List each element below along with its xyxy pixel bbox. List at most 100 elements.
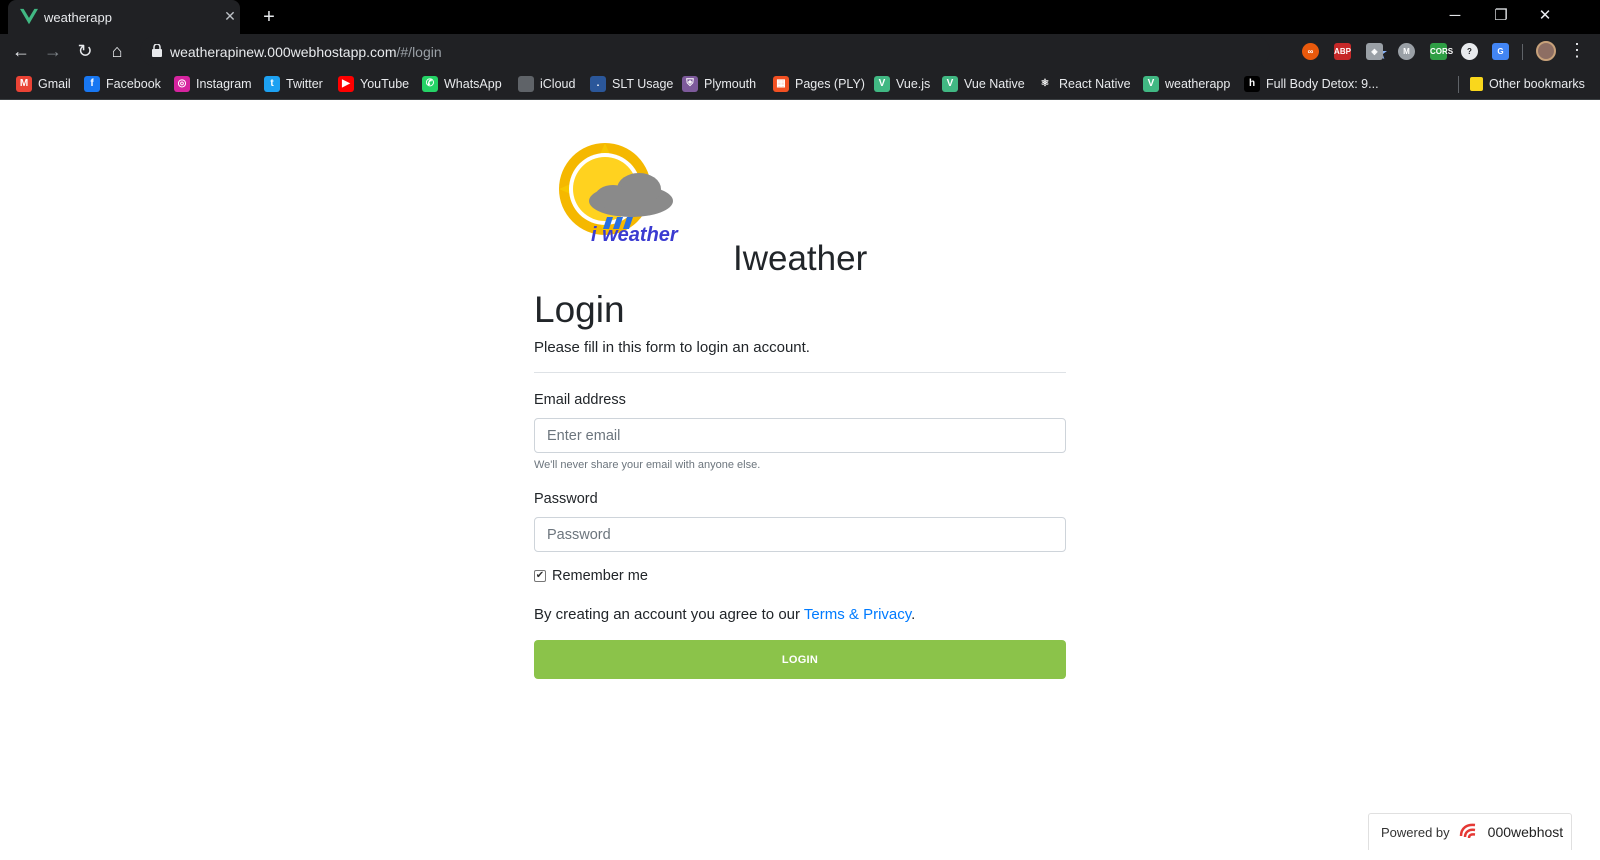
password-label: Password [534, 491, 598, 507]
home-button[interactable]: ⌂ [104, 38, 130, 64]
vue-icon: V [874, 76, 890, 92]
remember-me-row: ✔ Remember me [534, 568, 648, 584]
restore-button[interactable]: ❐ [1486, 4, 1516, 28]
forward-button[interactable]: → [40, 38, 66, 64]
bookmark-8[interactable]: ⛨ Plymouth [682, 75, 756, 93]
close-window-button[interactable]: ✕ [1530, 4, 1560, 28]
lock-icon [152, 44, 162, 57]
help-icon[interactable]: ? [1461, 43, 1478, 60]
bookmark-11[interactable]: V Vue Native [942, 75, 1025, 93]
hubpages-icon: h [1244, 76, 1260, 92]
terms-text: By creating an account you agree to our … [534, 606, 915, 623]
powered-by-label: Powered by [1381, 824, 1450, 840]
bookmark-13[interactable]: Vweatherapp [1143, 75, 1230, 93]
other-bookmarks-label: Other bookmarks [1489, 77, 1585, 91]
powered-by-badge[interactable]: Powered by 000webhost [1368, 813, 1572, 850]
reload-button[interactable]: ↻ [72, 38, 98, 64]
adblock-icon[interactable]: ABP [1334, 43, 1351, 60]
bookmark-3[interactable]: t Twitter [264, 75, 323, 93]
login-page: i weather Iweather Login Please fill in … [0, 101, 1600, 860]
slt-icon: . [590, 76, 606, 92]
address-bar[interactable]: weatherapinew.000webhostapp.com/#/login … [140, 36, 1388, 66]
whatsapp-icon: ✆ [422, 76, 438, 92]
bookmark-label: Vue Native [964, 77, 1025, 91]
weather-logo: i weather [559, 143, 679, 243]
bookmark-7[interactable]: . SLT Usage [590, 75, 673, 93]
tab-title: weatherapp [44, 10, 112, 25]
facebook-icon: f [84, 76, 100, 92]
bookmark-2[interactable]: ◎ Instagram [174, 75, 252, 93]
bookmark-label: iCloud [540, 77, 576, 91]
bookmark-14[interactable]: h Full Body Detox: 9... [1244, 75, 1379, 93]
other-bookmarks[interactable]: Other bookmarks [1470, 75, 1585, 93]
apple-icon [518, 76, 534, 92]
bookmark-label: YouTube [360, 77, 410, 91]
minimize-button[interactable]: ─ [1440, 4, 1470, 28]
host-name: 000webhost [1487, 824, 1564, 840]
bookmark-label: Pages (PLY) [795, 77, 865, 91]
bookmark-1[interactable]: f Facebook [84, 75, 161, 93]
bookmark-label: Instagram [196, 77, 252, 91]
browser-tab-bar: weatherapp ✕ + ─ ❐ ✕ [0, 0, 1600, 34]
gmail-icon: M [16, 76, 32, 92]
bookmark-label: Full Body Detox: 9... [1266, 77, 1379, 91]
back-button[interactable]: ← [8, 38, 34, 64]
bookmark-label: React Native [1059, 77, 1131, 91]
twitter-icon: t [264, 76, 280, 92]
plymouth-icon: ⛨ [682, 76, 698, 92]
toolbar-separator [1522, 44, 1523, 60]
000webhost-logo-icon [1459, 823, 1475, 839]
vue-icon [20, 8, 38, 25]
bookmark-label: Twitter [286, 77, 323, 91]
bookmark-label: WhatsApp [444, 77, 502, 91]
bookmark-10[interactable]: V Vue.js [874, 75, 930, 93]
react-icon: ⚛ [1037, 76, 1053, 92]
terms-prefix: By creating an account you agree to our [534, 606, 804, 623]
folder-icon [1470, 77, 1483, 91]
bookmark-label: Vue.js [896, 77, 931, 91]
translate-icon[interactable]: G [1492, 43, 1509, 60]
bookmark-label: weatherapp [1165, 77, 1231, 91]
close-tab-icon[interactable]: ✕ [222, 8, 238, 24]
email-help-text: We'll never share your email with anyone… [534, 459, 761, 471]
divider [534, 372, 1066, 373]
bookmark-label: SLT Usage [612, 77, 674, 91]
vue-native-icon: V [942, 76, 958, 92]
remember-me-checkbox[interactable]: ✔ [534, 570, 546, 582]
bookmark-5[interactable]: ✆ WhatsApp [422, 75, 502, 93]
url-text: weatherapinew.000webhostapp.com/#/login [170, 44, 442, 60]
bookmark-6[interactable]: iCloud [518, 75, 575, 93]
cors-icon[interactable]: CORS [1430, 43, 1453, 60]
page-title: Login [534, 289, 625, 330]
page-subtitle: Please fill in this form to login an acc… [534, 339, 810, 356]
shield-icon[interactable]: ◈ [1366, 43, 1383, 60]
terms-suffix: . [911, 606, 916, 623]
login-button[interactable]: LOGIN [534, 640, 1066, 679]
vue-icon: V [1143, 76, 1159, 92]
bookmark-9[interactable]: ▦ Pages (PLY) [773, 75, 865, 93]
browser-toolbar: ← → ↻ ⌂ weatherapinew.000webhostapp.com/… [0, 34, 1600, 68]
youtube-icon: ▶ [338, 76, 354, 92]
extension-icon[interactable]: ∞ [1302, 43, 1319, 60]
password-field[interactable] [534, 517, 1066, 552]
extension-m-icon[interactable]: M [1398, 43, 1415, 60]
bookmark-12[interactable]: ⚛ React Native [1037, 75, 1131, 93]
logo-text: i weather [591, 224, 679, 243]
bookmark-4[interactable]: ▶ YouTube [338, 75, 409, 93]
new-tab-button[interactable]: + [258, 6, 280, 28]
brand-name: Iweather [733, 239, 868, 278]
bookmark-label: Plymouth [704, 77, 757, 91]
bookmarks-bar: Other bookmarks M Gmail f Facebook ◎ Instagra… [0, 68, 1600, 100]
browser-tab[interactable]: weatherapp ✕ [8, 0, 240, 34]
avatar[interactable] [1536, 41, 1556, 61]
microsoft-icon: ▦ [773, 76, 789, 92]
email-field[interactable] [534, 418, 1066, 453]
instagram-icon: ◎ [174, 76, 190, 92]
bookmark-0[interactable]: M Gmail [16, 75, 71, 93]
remember-me-label: Remember me [552, 568, 648, 584]
menu-icon[interactable]: ⋮ [1568, 39, 1586, 63]
terms-link[interactable]: Terms & Privacy [804, 606, 911, 623]
bookmarks-separator [1458, 76, 1459, 93]
bookmark-label: Gmail [38, 77, 71, 91]
bookmark-label: Facebook [106, 77, 161, 91]
